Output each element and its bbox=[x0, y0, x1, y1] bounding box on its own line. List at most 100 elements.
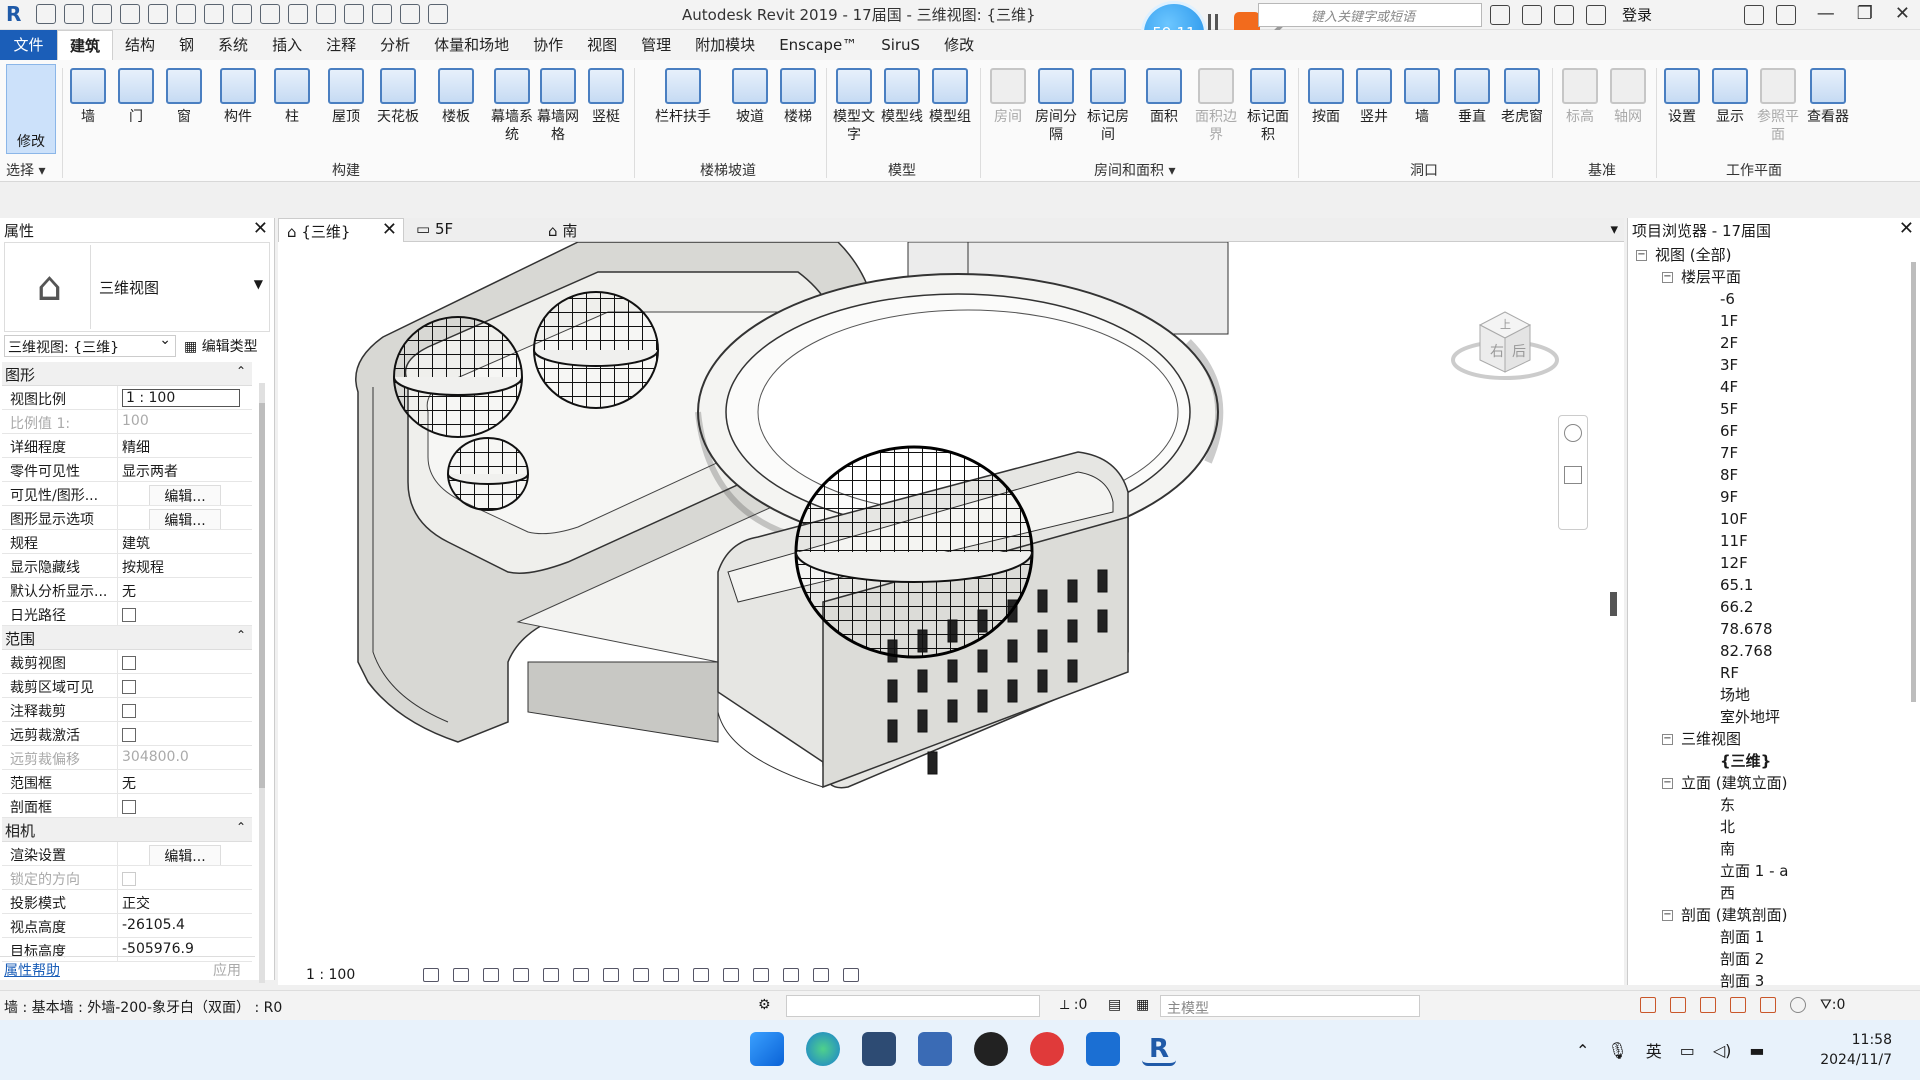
by-face-button[interactable]: 按面 bbox=[1300, 68, 1352, 126]
microphone-icon[interactable]: 🎙 bbox=[1607, 1041, 1627, 1060]
cart-icon[interactable] bbox=[1744, 4, 1765, 25]
section-icon[interactable] bbox=[316, 4, 336, 24]
collapse-icon[interactable]: − bbox=[1662, 734, 1673, 745]
grid-button[interactable]: 轴网 bbox=[1602, 68, 1654, 126]
tab-3d-view[interactable]: ⌂ {三维} ✕ bbox=[278, 218, 404, 242]
tab-systems[interactable]: 系统 bbox=[206, 30, 260, 60]
tab-architecture[interactable]: 建筑 bbox=[57, 30, 114, 60]
design-options-icon[interactable]: ▤ bbox=[1108, 997, 1121, 1013]
pin-icon[interactable] bbox=[723, 968, 740, 982]
battery-icon[interactable]: ▬ bbox=[1749, 1041, 1764, 1060]
word-icon[interactable] bbox=[1086, 1032, 1120, 1066]
select-underlay-icon[interactable] bbox=[1670, 997, 1686, 1013]
browser-node[interactable]: RF bbox=[1636, 662, 1788, 684]
open-icon[interactable] bbox=[36, 4, 56, 24]
browser-node[interactable]: 66.2 bbox=[1636, 596, 1788, 618]
close-icon[interactable]: ✕ bbox=[253, 218, 268, 239]
apply-button[interactable]: 应用 bbox=[213, 960, 241, 980]
tab-structure[interactable]: 结构 bbox=[113, 30, 167, 60]
user-icon[interactable] bbox=[1586, 4, 1606, 25]
worksets-icon[interactable]: ⚙ bbox=[758, 997, 771, 1013]
browser-node[interactable]: 7F bbox=[1636, 442, 1788, 464]
wall-button[interactable]: 墙 bbox=[62, 68, 114, 126]
view-scale[interactable]: 1 : 100 bbox=[306, 967, 355, 983]
autocad-icon[interactable] bbox=[862, 1032, 896, 1066]
area-boundary-button[interactable]: 面积边界 bbox=[1190, 68, 1242, 144]
property-value[interactable]: -26105.4 bbox=[118, 914, 252, 937]
tab-modify[interactable]: 修改 bbox=[932, 30, 986, 60]
browser-node[interactable]: 5F bbox=[1636, 398, 1788, 420]
view-instance-dropdown[interactable]: 三维视图: {三维} bbox=[4, 332, 176, 357]
measure-icon[interactable] bbox=[204, 4, 224, 24]
property-value[interactable]: 按规程 bbox=[118, 554, 252, 577]
drag-elements-icon[interactable] bbox=[1760, 997, 1776, 1013]
3d-view-canvas[interactable]: 右 后 上 bbox=[278, 242, 1624, 965]
tab-view[interactable]: 视图 bbox=[575, 30, 629, 60]
area-button[interactable]: 面积 bbox=[1138, 68, 1190, 126]
browser-node[interactable]: 剖面 1 bbox=[1636, 926, 1788, 948]
browser-node[interactable]: 2F bbox=[1636, 332, 1788, 354]
help-icon[interactable] bbox=[1776, 4, 1797, 25]
start-icon[interactable] bbox=[750, 1032, 784, 1066]
reveal-hidden-icon[interactable] bbox=[693, 968, 710, 982]
revit-taskbar-icon[interactable]: R bbox=[1142, 1032, 1176, 1066]
property-value[interactable]: 建筑 bbox=[118, 530, 252, 553]
browser-node[interactable]: 4F bbox=[1636, 376, 1788, 398]
minimize-icon[interactable]: — bbox=[1817, 3, 1835, 24]
collapse-icon[interactable]: − bbox=[1662, 778, 1673, 789]
scroll-thumb[interactable] bbox=[259, 403, 265, 788]
column-button[interactable]: 柱 bbox=[266, 68, 318, 126]
tab-insert[interactable]: 插入 bbox=[260, 30, 314, 60]
netease-music-icon[interactable] bbox=[1030, 1032, 1064, 1066]
vertical-button[interactable]: 垂直 bbox=[1446, 68, 1498, 126]
tab-5f[interactable]: ▭ 5F bbox=[408, 218, 536, 242]
room-button[interactable]: 房间 bbox=[982, 68, 1034, 126]
close-icon[interactable]: ✕ bbox=[1899, 218, 1914, 239]
browser-node[interactable]: − 剖面 (建筑剖面) bbox=[1636, 904, 1788, 926]
temp-hide-icon[interactable] bbox=[663, 968, 680, 982]
shadows-icon[interactable] bbox=[513, 968, 530, 982]
property-checkbox[interactable] bbox=[122, 680, 136, 694]
browser-node[interactable]: 场地 bbox=[1636, 684, 1788, 706]
browser-node[interactable]: 78.678 bbox=[1636, 618, 1788, 640]
railing-button[interactable]: 栏杆扶手 bbox=[650, 68, 716, 126]
3d-view-icon[interactable] bbox=[288, 4, 308, 24]
window-button[interactable]: 窗 bbox=[158, 68, 210, 126]
floor-button[interactable]: 楼板 bbox=[430, 68, 482, 126]
select-pinned-icon[interactable] bbox=[1700, 997, 1716, 1013]
property-input[interactable]: 1 : 100 bbox=[122, 389, 240, 407]
tab-steel[interactable]: 钢 bbox=[167, 30, 206, 60]
undo-icon[interactable] bbox=[120, 4, 140, 24]
redo-icon[interactable] bbox=[148, 4, 168, 24]
subscription-icon[interactable] bbox=[1522, 4, 1542, 25]
properties-scrollbar[interactable] bbox=[259, 383, 265, 983]
set-workplane-button[interactable]: 设置 bbox=[1656, 68, 1708, 126]
browser-node[interactable]: − 三维视图 bbox=[1636, 728, 1788, 750]
shaft-button[interactable]: 竖井 bbox=[1348, 68, 1400, 126]
model-text-button[interactable]: 模型文字 bbox=[828, 68, 880, 144]
visual-style-icon[interactable] bbox=[453, 968, 470, 982]
properties-help-link[interactable]: 属性帮助 bbox=[4, 963, 60, 979]
customize-qat-icon[interactable] bbox=[428, 4, 448, 24]
ceiling-button[interactable]: 天花板 bbox=[372, 68, 424, 126]
room-separator-button[interactable]: 房间分隔 bbox=[1030, 68, 1082, 144]
filter-icon[interactable]: ⛛:0 bbox=[1820, 997, 1845, 1013]
editing-requests-icon[interactable]: ▦ bbox=[1136, 997, 1149, 1013]
property-checkbox[interactable] bbox=[122, 704, 136, 718]
browser-node[interactable]: 剖面 3 bbox=[1636, 970, 1788, 992]
highlight-displacement-icon[interactable] bbox=[813, 968, 830, 982]
ref-plane-button[interactable]: 参照平面 bbox=[1752, 68, 1804, 144]
property-checkbox[interactable] bbox=[122, 728, 136, 742]
type-selector[interactable]: ⌂ 三维视图 ▼ bbox=[4, 242, 270, 332]
property-section[interactable]: 相机 bbox=[2, 818, 252, 842]
browser-scrollbar[interactable] bbox=[1911, 262, 1916, 702]
tag-icon[interactable] bbox=[260, 4, 280, 24]
property-value[interactable]: 正交 bbox=[118, 890, 252, 913]
browser-node[interactable]: 82.768 bbox=[1636, 640, 1788, 662]
browser-node[interactable]: − 楼层平面 bbox=[1636, 266, 1788, 288]
property-value[interactable]: 精细 bbox=[118, 434, 252, 457]
dormer-button[interactable]: 老虎窗 bbox=[1496, 68, 1548, 126]
show-workplane-button[interactable]: 显示 bbox=[1704, 68, 1756, 126]
workset-dropdown[interactable] bbox=[786, 995, 1040, 1017]
collapse-icon[interactable]: − bbox=[1636, 250, 1647, 261]
